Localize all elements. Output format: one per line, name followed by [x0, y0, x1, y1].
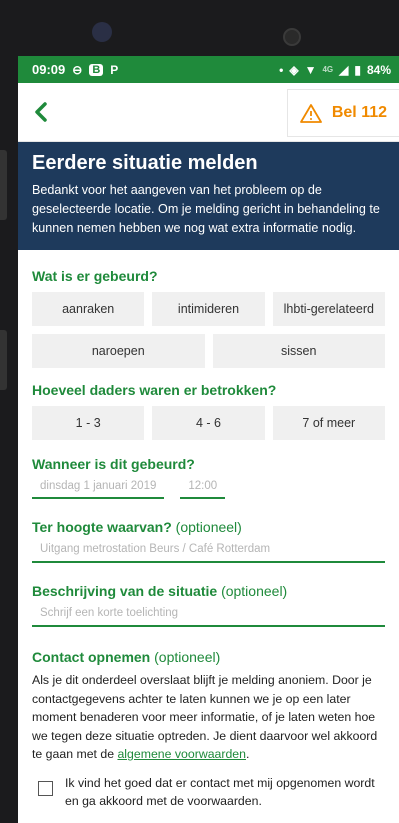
location-optional: (optioneel)	[175, 519, 242, 535]
phone-frame: 09:09 ⊖ B P • ◈ ▼ 4G ◢ ▮ 84% Bel 112 Eer…	[0, 0, 399, 823]
warning-triangle-icon	[299, 104, 322, 123]
perpetrators-question: Hoeveel daders waren er betrokken?	[32, 382, 277, 398]
call-112-button[interactable]: Bel 112	[286, 89, 399, 137]
consent-label: Ik vind het goed dat er contact met mij …	[65, 775, 375, 809]
info-banner: Eerdere situatie melden Bedankt voor het…	[18, 142, 399, 250]
option-aanraken[interactable]: aanraken	[32, 292, 145, 326]
network-type: 4G	[322, 65, 334, 74]
when-question: Wanneer is dit gebeurd?	[32, 456, 195, 472]
status-bar: 09:09 ⊖ B P • ◈ ▼ 4G ◢ ▮ 84%	[18, 56, 399, 83]
contact-text-after: .	[246, 747, 250, 761]
option-sissen[interactable]: sissen	[212, 334, 385, 368]
battery-icon: ▮	[354, 62, 361, 77]
description-question-label: Beschrijving van de situatie	[32, 583, 218, 599]
battery-level: 84%	[366, 62, 391, 77]
option-4-6[interactable]: 4 - 6	[152, 406, 265, 440]
volume-button	[0, 150, 7, 220]
what-options-row-2: naroepen sissen	[32, 334, 385, 368]
app-screen: 09:09 ⊖ B P • ◈ ▼ 4G ◢ ▮ 84% Bel 112 Eer…	[18, 56, 399, 823]
app-bar: Bel 112	[18, 83, 399, 142]
parking-icon: P	[110, 62, 119, 77]
description-question: Beschrijving van de situatie (optioneel)	[32, 583, 385, 599]
page-title: Eerdere situatie melden	[32, 152, 258, 174]
contact-question-label: Contact opnemen	[32, 649, 151, 665]
date-input[interactable]: dinsdag 1 januari 2019	[32, 480, 165, 499]
vibrate-icon: ◈	[289, 62, 299, 77]
contact-optional: (optioneel)	[154, 649, 221, 665]
sync-icon: ⊖	[72, 62, 83, 77]
chevron-left-icon	[35, 102, 47, 122]
contact-explanation: Als je dit onderdeel overslaat blijft je…	[32, 671, 385, 764]
description-input[interactable]: Schrijf een korte toelichting	[32, 607, 385, 627]
option-intimideren[interactable]: intimideren	[152, 292, 265, 326]
option-lhbti[interactable]: lhbti-gerelateerd	[272, 292, 385, 326]
call-112-label: Bel 112	[331, 104, 387, 121]
consent-row: Ik vind het goed dat er contact met mij …	[32, 774, 385, 811]
signal-icon: ◢	[339, 62, 349, 77]
location-input[interactable]: Uitgang metrostation Beurs / Café Rotter…	[32, 543, 385, 563]
camera-icon	[92, 22, 112, 42]
power-button	[0, 330, 7, 390]
terms-link[interactable]: algemene voorwaarden	[117, 747, 246, 761]
dot-icon: •	[279, 62, 284, 77]
option-1-3[interactable]: 1 - 3	[32, 406, 145, 440]
location-question-label: Ter hoogte waarvan?	[32, 519, 172, 535]
perpetrators-options: 1 - 3 4 - 6 7 of meer	[32, 406, 385, 440]
b-icon: B	[89, 63, 104, 76]
contact-question: Contact opnemen (optioneel)	[32, 649, 385, 665]
datetime-fields: dinsdag 1 januari 2019 12:00	[32, 480, 385, 499]
consent-checkbox[interactable]	[38, 780, 53, 796]
location-question: Ter hoogte waarvan? (optioneel)	[32, 519, 385, 535]
sensor-icon	[283, 28, 301, 46]
banner-text: Bedankt voor het aangeven van het proble…	[32, 183, 380, 235]
what-options-row-1: aanraken intimideren lhbti-gerelateerd	[32, 292, 385, 326]
option-7-plus[interactable]: 7 of meer	[272, 406, 385, 440]
wifi-icon: ▼	[304, 62, 317, 77]
back-button[interactable]	[18, 83, 64, 141]
description-optional: (optioneel)	[221, 583, 288, 599]
option-naroepen[interactable]: naroepen	[32, 334, 205, 368]
what-question: Wat is er gebeurd?	[32, 268, 158, 284]
report-form: Wat is er gebeurd? aanraken intimideren …	[18, 268, 399, 811]
time-input[interactable]: 12:00	[180, 480, 226, 499]
status-time: 09:09	[32, 62, 66, 77]
